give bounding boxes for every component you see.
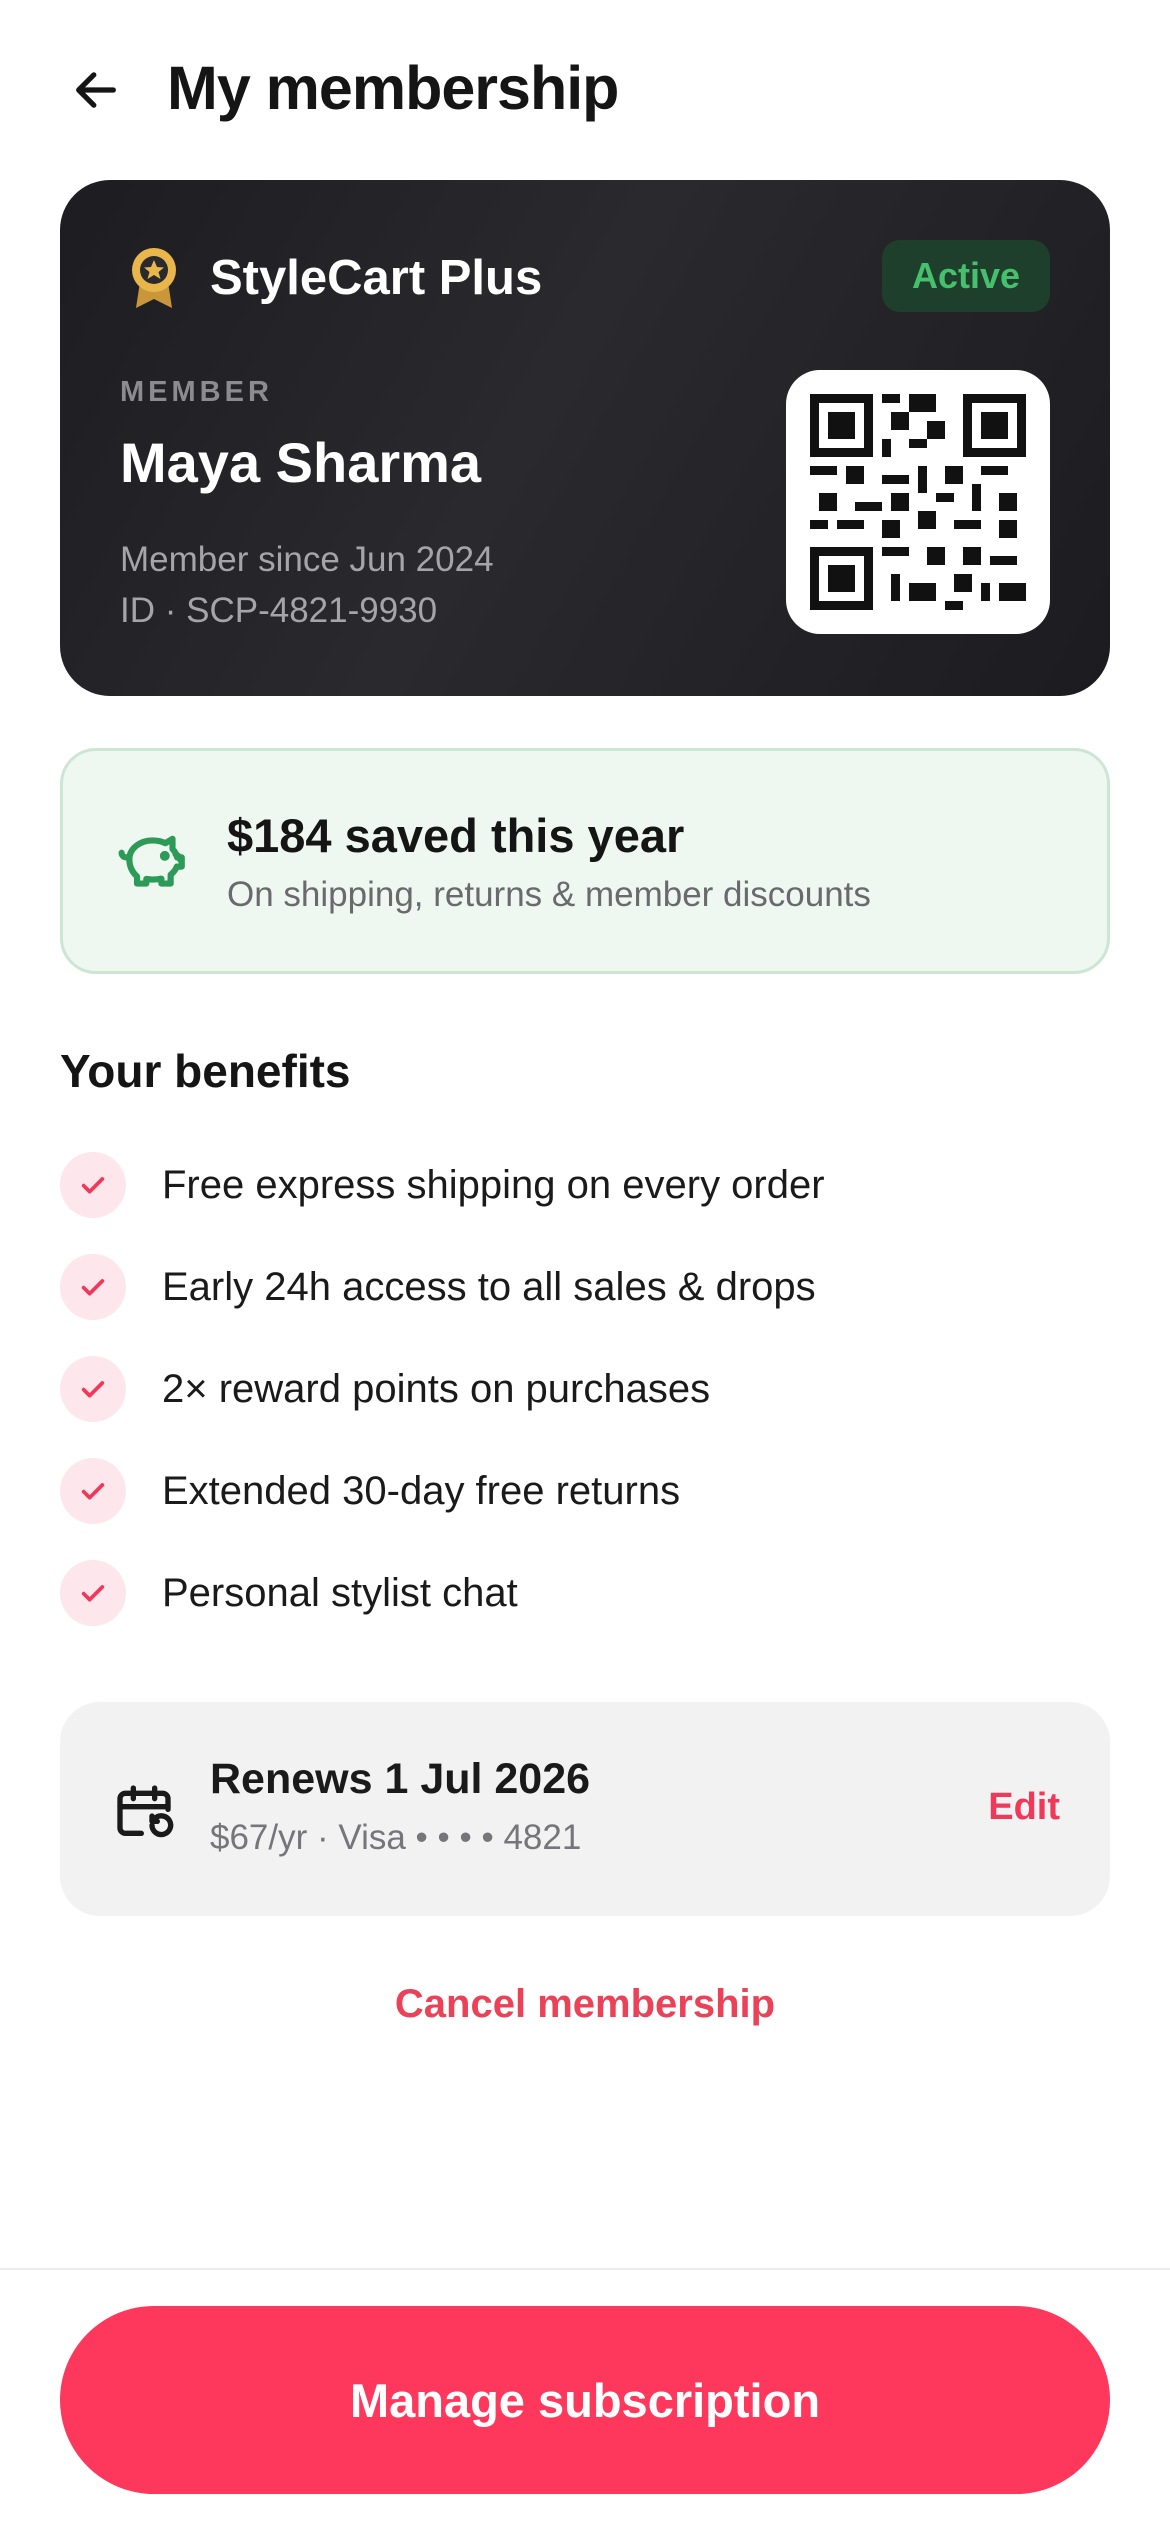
benefit-item: Personal stylist chat xyxy=(60,1560,1110,1626)
member-since: Member since Jun 2024 xyxy=(120,540,494,579)
manage-subscription-button[interactable]: Manage subscription xyxy=(60,2306,1110,2494)
renewal-payment: $67/yr · Visa • • • • 4821 xyxy=(210,1818,582,1857)
piggy-bank-icon xyxy=(118,835,185,887)
benefit-label: Personal stylist chat xyxy=(162,1571,518,1615)
check-icon xyxy=(60,1152,126,1218)
check-icon xyxy=(60,1254,126,1320)
membership-card: StyleCart Plus Active MEMBER Maya Sharma… xyxy=(60,180,1110,696)
calendar-repeat-icon xyxy=(117,1785,174,1838)
back-button[interactable] xyxy=(58,52,134,128)
card-brand-name: StyleCart Plus xyxy=(210,251,543,305)
renewal-card: Renews 1 Jul 2026 $67/yr · Visa • • • • … xyxy=(60,1702,1110,1916)
benefit-item: Extended 30-day free returns xyxy=(60,1458,1110,1524)
member-id: ID · SCP-4821-9930 xyxy=(120,591,438,630)
arrow-left-icon xyxy=(76,72,116,108)
benefit-label: Free express shipping on every order xyxy=(162,1163,825,1207)
renewal-date: Renews 1 Jul 2026 xyxy=(210,1755,591,1803)
membership-screen: My membership StyleCart Plus Active MEMB… xyxy=(0,0,1170,2532)
benefit-item: Free express shipping on every order xyxy=(60,1152,1110,1218)
benefit-label: Early 24h access to all sales & drops xyxy=(162,1265,816,1309)
savings-card: $184 saved this year On shipping, return… xyxy=(60,748,1110,974)
benefit-label: 2× reward points on purchases xyxy=(162,1367,711,1411)
cancel-membership-button[interactable]: Cancel membership xyxy=(0,1978,1170,2030)
benefit-item: Early 24h access to all sales & drops xyxy=(60,1254,1110,1320)
page-title: My membership xyxy=(167,54,619,122)
savings-title: $184 saved this year xyxy=(227,809,685,862)
header: My membership xyxy=(0,40,1170,130)
benefits-heading: Your benefits xyxy=(60,1045,351,1097)
check-icon xyxy=(60,1458,126,1524)
savings-subtitle: On shipping, returns & member discounts xyxy=(227,875,871,914)
status-badge: Active xyxy=(882,240,1050,312)
benefit-item: 2× reward points on purchases xyxy=(60,1356,1110,1422)
edit-button[interactable]: Edit xyxy=(988,1782,1060,1832)
member-label: MEMBER xyxy=(120,376,273,408)
check-icon xyxy=(60,1560,126,1626)
benefit-label: Extended 30-day free returns xyxy=(162,1469,681,1513)
divider xyxy=(0,2268,1170,2270)
qr-code-icon xyxy=(810,394,1026,610)
award-badge-icon xyxy=(132,248,176,308)
check-icon xyxy=(60,1356,126,1422)
qr-code[interactable] xyxy=(786,370,1050,634)
member-name: Maya Sharma xyxy=(120,431,482,494)
